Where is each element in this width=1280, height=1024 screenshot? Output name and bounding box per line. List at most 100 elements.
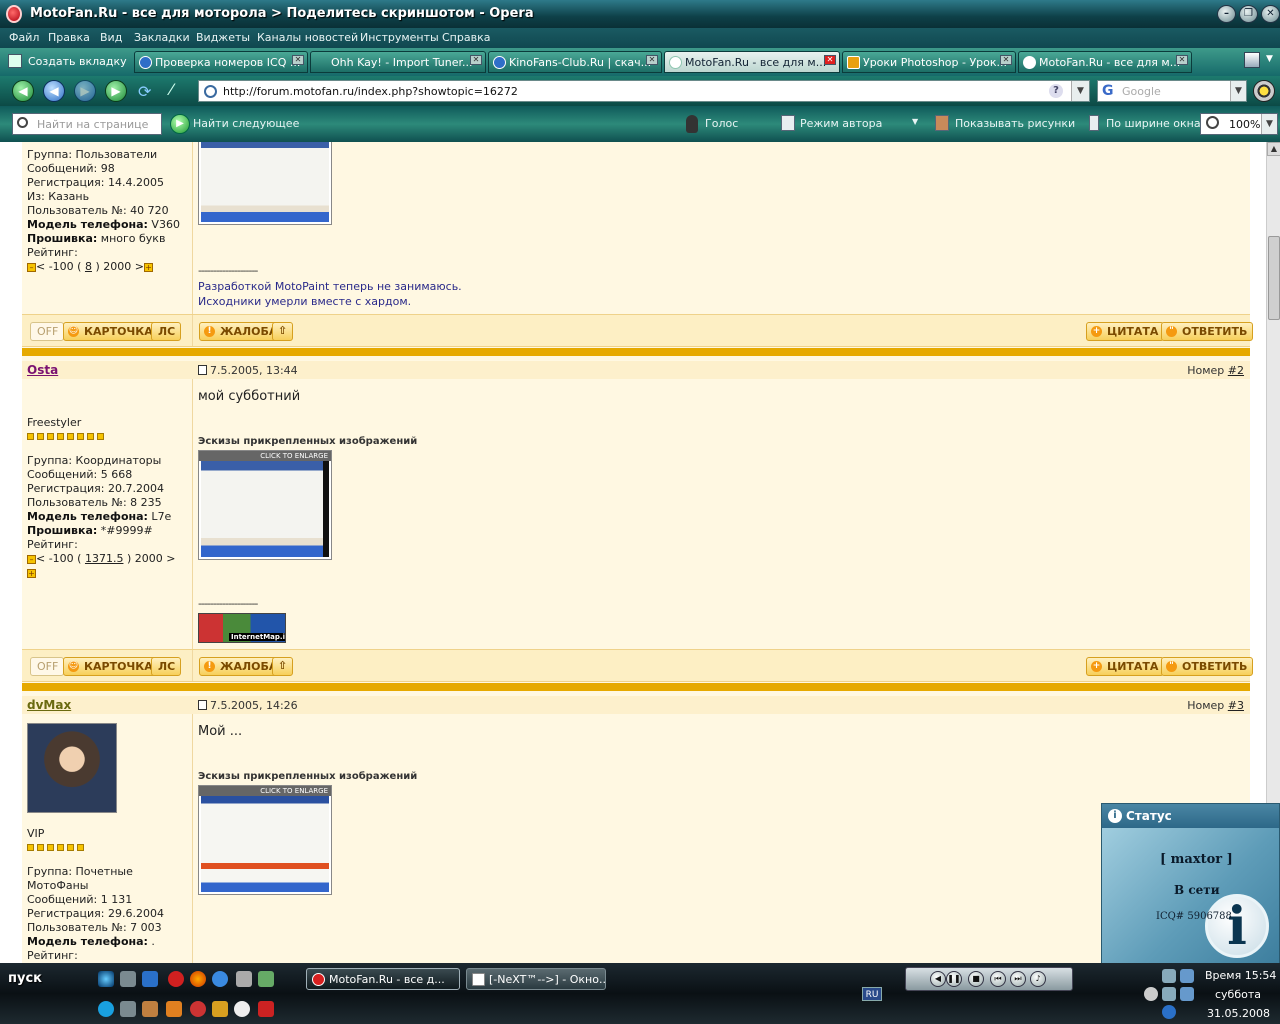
tab-motofan-2[interactable]: MotoFan.Ru - все для м... ✕ (1018, 51, 1192, 73)
close-app-icon[interactable] (258, 1001, 274, 1017)
rating-value-link[interactable]: 1371.5 (85, 552, 124, 565)
menu-help[interactable]: Справка (442, 31, 490, 44)
tab-close-icon[interactable]: ✕ (824, 55, 836, 65)
zoom-field[interactable]: 100% ▼ (1200, 113, 1278, 135)
menu-bookmarks[interactable]: Закладки (134, 31, 190, 44)
stop-icon[interactable]: ■ (968, 971, 984, 987)
chevron-down-icon[interactable]: ▼ (1266, 54, 1273, 64)
author-link[interactable]: dvMax (27, 698, 71, 712)
app-icon[interactable] (166, 1001, 182, 1017)
minimize-button[interactable]: – (1217, 5, 1236, 23)
forward-button[interactable]: ▶ (74, 80, 96, 102)
attachment-thumbnail[interactable] (198, 142, 332, 225)
desktop-icon[interactable] (120, 971, 136, 987)
scroll-top-button[interactable]: ⇧ (272, 657, 294, 676)
tab-photoshop[interactable]: Уроки Photoshop - Урок... ✕ (842, 51, 1016, 73)
volume-icon[interactable]: ♪ (1030, 971, 1046, 987)
tab-import-tuner[interactable]: Ohh Kay! - Import Tuner... ✕ (310, 51, 486, 73)
back-button[interactable]: ◀ (12, 80, 34, 102)
author-mode-button[interactable]: Режим автора (800, 117, 882, 130)
taskbar-button-chat[interactable]: [-NeXT™-->] - Окно... (466, 968, 606, 990)
tab-close-icon[interactable]: ✕ (646, 55, 658, 65)
zoom-dropdown-icon[interactable]: ▼ (1261, 114, 1277, 134)
opera-icon[interactable] (168, 971, 184, 987)
tab-kinofans[interactable]: KinoFans-Club.Ru | скач... ✕ (488, 51, 662, 73)
skype-icon[interactable] (98, 1001, 114, 1017)
trash-icon[interactable] (1244, 52, 1260, 68)
profile-card-button[interactable]: ☺ КАРТОЧКА (63, 322, 159, 341)
menu-tools[interactable]: Инструменты (360, 31, 439, 44)
rating-minus-icon[interactable]: – (27, 554, 36, 564)
restore-button[interactable]: ❐ (1239, 5, 1258, 23)
search-field[interactable]: G Google ▼ (1097, 80, 1247, 102)
tab-close-icon[interactable]: ✕ (470, 55, 482, 65)
tray-monitor2-icon[interactable] (1180, 987, 1194, 1001)
find-next-button[interactable]: Найти следующее (193, 117, 299, 130)
quote-button[interactable]: + ЦИТАТА (1086, 322, 1165, 341)
scroll-top-button[interactable]: ⇧ (272, 322, 294, 341)
scroll-thumb[interactable] (1268, 236, 1280, 320)
tab-close-icon[interactable]: ✕ (1176, 55, 1188, 65)
folder-icon[interactable] (142, 1001, 158, 1017)
rating-plus-icon[interactable]: + (27, 568, 36, 578)
ie2-icon[interactable] (212, 971, 228, 987)
profile-card-button[interactable]: ☺ КАРТОЧКА (63, 657, 159, 676)
show-images-button[interactable]: Показывать рисунки (955, 117, 1075, 130)
network-icon[interactable] (258, 971, 274, 987)
report-button[interactable]: ! ЖАЛОБА (199, 322, 284, 341)
rating-plus-icon[interactable]: + (143, 262, 153, 272)
globe-icon[interactable] (98, 971, 114, 987)
back-blue-button[interactable]: ◀ (43, 80, 65, 102)
next-icon[interactable]: ⏭ (1010, 971, 1026, 987)
taskbar-button-opera[interactable]: MotoFan.Ru - все д... (306, 968, 460, 990)
attachment-thumbnail[interactable]: CLICK TO ENLARGE (198, 785, 332, 895)
address-field[interactable]: http://forum.motofan.ru/index.php?showto… (198, 80, 1090, 102)
quote-button[interactable]: + ЦИТАТА (1086, 657, 1165, 676)
pause-icon[interactable]: ❚❚ (946, 971, 962, 987)
desktop2-icon[interactable] (120, 1001, 136, 1017)
clock-time[interactable]: Время 15:54 (1205, 969, 1276, 982)
language-indicator[interactable]: RU (862, 987, 882, 1001)
report-button[interactable]: ! ЖАЛОБА (199, 657, 284, 676)
tray-monitor-icon[interactable] (1180, 969, 1194, 983)
firefox-icon[interactable] (190, 971, 206, 987)
post-number-link[interactable]: #3 (1228, 699, 1244, 712)
rating-minus-icon[interactable]: – (27, 262, 36, 272)
menu-view[interactable]: Вид (100, 31, 122, 44)
reply-button[interactable]: " ОТВЕТИТЬ (1161, 657, 1254, 676)
tab-close-icon[interactable]: ✕ (1000, 55, 1012, 65)
new-tab-button[interactable]: Создать вкладку (6, 51, 127, 73)
tray-users-icon[interactable] (1162, 969, 1176, 983)
author-mode-dropdown-icon[interactable]: ▼ (912, 117, 918, 126)
tools-icon[interactable] (212, 1001, 228, 1017)
rewind-icon[interactable]: ◀ (930, 971, 946, 987)
signature-banner-image[interactable]: InternetMap.info (198, 613, 286, 643)
help-icon[interactable]: ? (1049, 84, 1063, 98)
search-dropdown-icon[interactable]: ▼ (1230, 81, 1246, 101)
reload-icon[interactable]: ⟳ (138, 82, 151, 101)
fit-width-button[interactable]: По ширине окна (1106, 117, 1201, 130)
tab-motofan-active[interactable]: MotoFan.Ru - все для м... ✕ (664, 51, 840, 73)
rating-value-link[interactable]: 8 (85, 260, 92, 273)
media-icon[interactable] (236, 971, 252, 987)
reply-button[interactable]: " ОТВЕТИТЬ (1161, 322, 1254, 341)
close-window-button[interactable]: ✕ (1261, 5, 1280, 23)
address-dropdown-icon[interactable]: ▼ (1071, 81, 1089, 101)
find-input[interactable]: Найти на странице (12, 113, 162, 135)
menu-file[interactable]: Файл (9, 31, 39, 44)
fast-forward-button[interactable]: ▶ (105, 80, 127, 102)
wand-icon[interactable]: ⁄ (170, 80, 173, 99)
tab-close-icon[interactable]: ✕ (292, 55, 304, 65)
scroll-up-icon[interactable]: ▲ (1267, 142, 1280, 156)
menu-widgets[interactable]: Виджеты (196, 31, 250, 44)
tray-network-icon[interactable] (1162, 987, 1176, 1001)
tray-info-icon[interactable] (1162, 1005, 1176, 1019)
attachment-thumbnail[interactable]: CLICK TO ENLARGE (198, 450, 332, 560)
tray-send-icon[interactable] (1144, 987, 1158, 1001)
menu-feeds[interactable]: Каналы новостей (257, 31, 358, 44)
avatar[interactable] (27, 723, 117, 813)
menu-edit[interactable]: Правка (48, 31, 90, 44)
tab-icq-check[interactable]: Проверка номеров ICQ ... ✕ (134, 51, 308, 73)
start-button[interactable]: пуск (0, 965, 90, 993)
voice-button[interactable]: Голос (705, 117, 738, 130)
